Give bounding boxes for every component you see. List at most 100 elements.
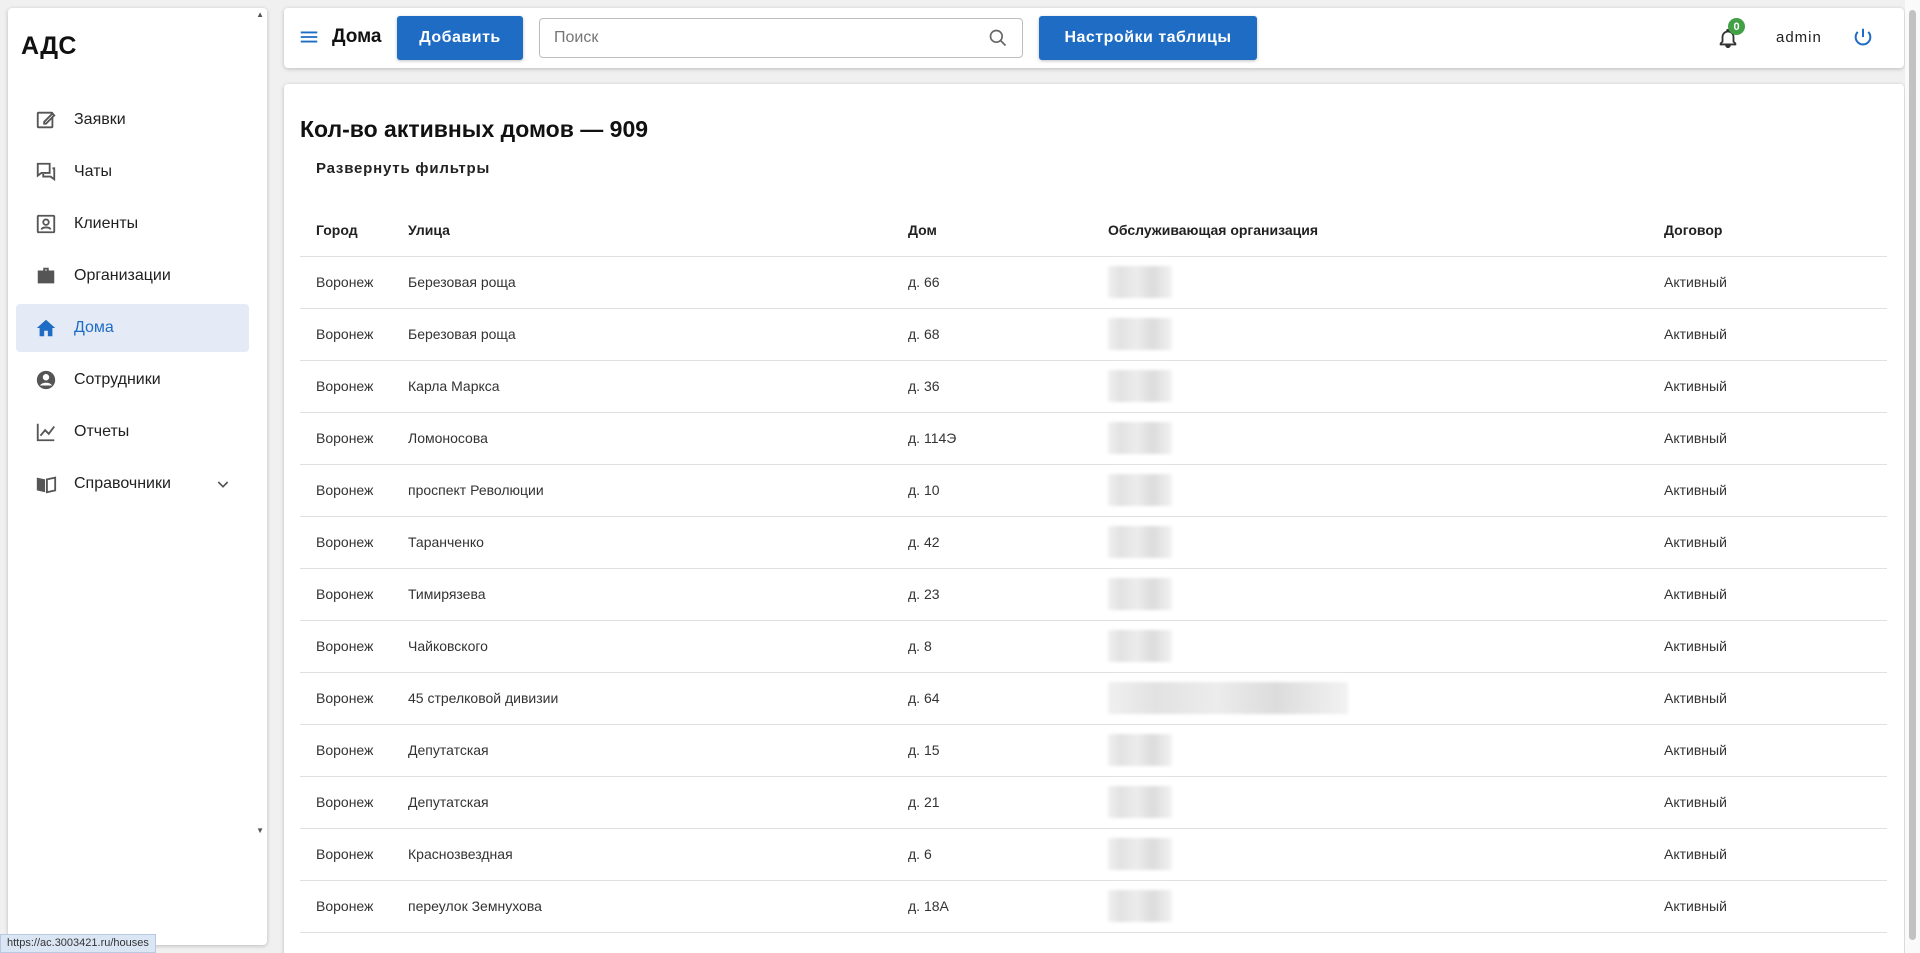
cell-city: Воронеж xyxy=(300,672,392,725)
username[interactable]: admin xyxy=(1776,29,1822,46)
table-row[interactable]: Воронеж Депутатская д. 21 Активный xyxy=(300,776,1887,829)
browser-status-url: https://ac.3003421.ru/houses xyxy=(0,934,156,953)
sidebar-item-label: Чаты xyxy=(74,163,113,180)
expand-filters-button[interactable]: Развернуть фильтры xyxy=(302,154,504,183)
cell-organization-redacted xyxy=(1092,776,1648,829)
cell-house: д. 42 xyxy=(892,516,1092,569)
cell-organization-redacted xyxy=(1092,724,1648,777)
cell-city: Воронеж xyxy=(300,620,392,673)
chat-icon xyxy=(34,160,58,184)
search-input[interactable] xyxy=(554,19,974,57)
book-icon xyxy=(34,472,58,496)
page-title: Дома xyxy=(332,26,382,47)
sidebar-nav: Заявки Чаты Клиенты Организации Дома Сот… xyxy=(16,96,249,512)
sidebar-item-requests[interactable]: Заявки xyxy=(16,96,249,144)
cell-city: Воронеж xyxy=(300,880,392,933)
cell-organization-redacted xyxy=(1092,880,1648,933)
houses-count-title: Кол-во активных домов — 909 xyxy=(300,116,649,142)
cell-house: д. 68 xyxy=(892,308,1092,361)
table-settings-button[interactable]: Настройки таблицы xyxy=(1039,16,1257,60)
table-header-row: Город Улица Дом Обслуживающая организаци… xyxy=(300,204,1887,257)
column-header-city[interactable]: Город xyxy=(300,204,392,257)
sidebar-item-organizations[interactable]: Организации xyxy=(16,252,249,300)
table-row[interactable]: Воронеж Краснозвездная д. 6 Активный xyxy=(300,828,1887,881)
notification-count-badge: 0 xyxy=(1728,18,1745,35)
table-row[interactable]: Воронеж переулок Земнухова д. 18А Активн… xyxy=(300,880,1887,933)
notifications-button[interactable]: 0 xyxy=(1717,18,1745,55)
cell-contract: Активный xyxy=(1648,776,1887,829)
cell-contract: Активный xyxy=(1648,568,1887,621)
menu-icon[interactable] xyxy=(298,26,320,53)
app-brand: АДС xyxy=(21,32,77,60)
column-header-street[interactable]: Улица xyxy=(392,204,892,257)
cell-street: 45 стрелковой дивизии xyxy=(392,672,892,725)
sidebar-item-label: Клиенты xyxy=(74,215,139,232)
table-row[interactable]: Воронеж Таранченко д. 42 Активный xyxy=(300,516,1887,569)
cell-street: Карла Маркса xyxy=(392,360,892,413)
redacted-text xyxy=(1108,266,1172,298)
cell-city: Воронеж xyxy=(300,828,392,881)
search-box xyxy=(539,18,1023,58)
chevron-down-icon[interactable] xyxy=(215,476,231,492)
cell-city: Воронеж xyxy=(300,308,392,361)
sidebar-item-label: Дома xyxy=(74,319,114,336)
cell-contract: Активный xyxy=(1648,724,1887,777)
cell-city: Воронеж xyxy=(300,464,392,517)
redacted-text xyxy=(1108,890,1172,922)
cell-contract: Активный xyxy=(1648,412,1887,465)
column-header-organization[interactable]: Обслуживающая организация xyxy=(1092,204,1648,257)
cell-house: д. 6 xyxy=(892,828,1092,881)
sidebar-item-houses[interactable]: Дома xyxy=(16,304,249,352)
cell-organization-redacted xyxy=(1092,360,1648,413)
table-row[interactable]: Воронеж Депутатская д. 15 Активный xyxy=(300,724,1887,777)
add-button[interactable]: Добавить xyxy=(397,16,523,60)
cell-contract: Активный xyxy=(1648,308,1887,361)
table-row[interactable]: Воронеж Ломоносова д. 114Э Активный xyxy=(300,412,1887,465)
cell-contract: Активный xyxy=(1648,256,1887,309)
cell-contract: Активный xyxy=(1648,620,1887,673)
cell-organization-redacted xyxy=(1092,828,1648,881)
cell-contract: Активный xyxy=(1648,880,1887,933)
cell-house: д. 36 xyxy=(892,360,1092,413)
sidebar-item-employees[interactable]: Сотрудники xyxy=(16,356,249,404)
cell-house: д. 66 xyxy=(892,256,1092,309)
sidebar-item-clients[interactable]: Клиенты xyxy=(16,200,249,248)
redacted-text xyxy=(1108,786,1172,818)
scrollbar-thumb[interactable] xyxy=(1909,10,1916,940)
search-icon[interactable] xyxy=(988,28,1008,53)
table-row[interactable]: Воронеж 45 стрелковой дивизии д. 64 Акти… xyxy=(300,672,1887,725)
table-row[interactable]: Воронеж Тимирязева д. 23 Активный xyxy=(300,568,1887,621)
column-header-contract[interactable]: Договор xyxy=(1648,204,1887,257)
cell-contract: Активный xyxy=(1648,360,1887,413)
cell-contract: Активный xyxy=(1648,464,1887,517)
table-row[interactable]: Воронеж Березовая роща д. 66 Активный xyxy=(300,256,1887,309)
sidebar-item-chats[interactable]: Чаты xyxy=(16,148,249,196)
table-row[interactable]: Воронеж Чайковского д. 8 Активный xyxy=(300,620,1887,673)
sidebar-item-label: Заявки xyxy=(74,111,126,128)
sidebar-item-directories[interactable]: Справочники xyxy=(16,460,249,508)
account-circle-icon xyxy=(34,368,58,392)
table-row[interactable]: Воронеж Березовая роща д. 68 Активный xyxy=(300,308,1887,361)
table-row[interactable]: Воронеж Карла Маркса д. 36 Активный xyxy=(300,360,1887,413)
page-scrollbar[interactable] xyxy=(1905,0,1920,953)
cell-street: Таранченко xyxy=(392,516,892,569)
contact-icon xyxy=(34,212,58,236)
cell-city: Воронеж xyxy=(300,776,392,829)
cell-organization-redacted xyxy=(1092,308,1648,361)
cell-city: Воронеж xyxy=(300,256,392,309)
sidebar-scroll-down-arrow[interactable]: ▼ xyxy=(256,826,264,835)
cell-house: д. 21 xyxy=(892,776,1092,829)
sidebar-item-reports[interactable]: Отчеты xyxy=(16,408,249,456)
table-row[interactable]: Воронеж проспект Революции д. 10 Активны… xyxy=(300,464,1887,517)
column-header-house[interactable]: Дом xyxy=(892,204,1092,257)
cell-street: Тимирязева xyxy=(392,568,892,621)
cell-contract: Активный xyxy=(1648,516,1887,569)
briefcase-icon xyxy=(34,264,58,288)
cell-street: переулок Земнухова xyxy=(392,880,892,933)
cell-organization-redacted xyxy=(1092,412,1648,465)
cell-city: Воронеж xyxy=(300,568,392,621)
power-icon[interactable] xyxy=(1852,26,1874,53)
top-app-bar: Дома Добавить Настройки таблицы 0 admin xyxy=(284,8,1904,68)
sidebar-scroll-up-arrow[interactable]: ▲ xyxy=(256,10,264,19)
cell-house: д. 114Э xyxy=(892,412,1092,465)
